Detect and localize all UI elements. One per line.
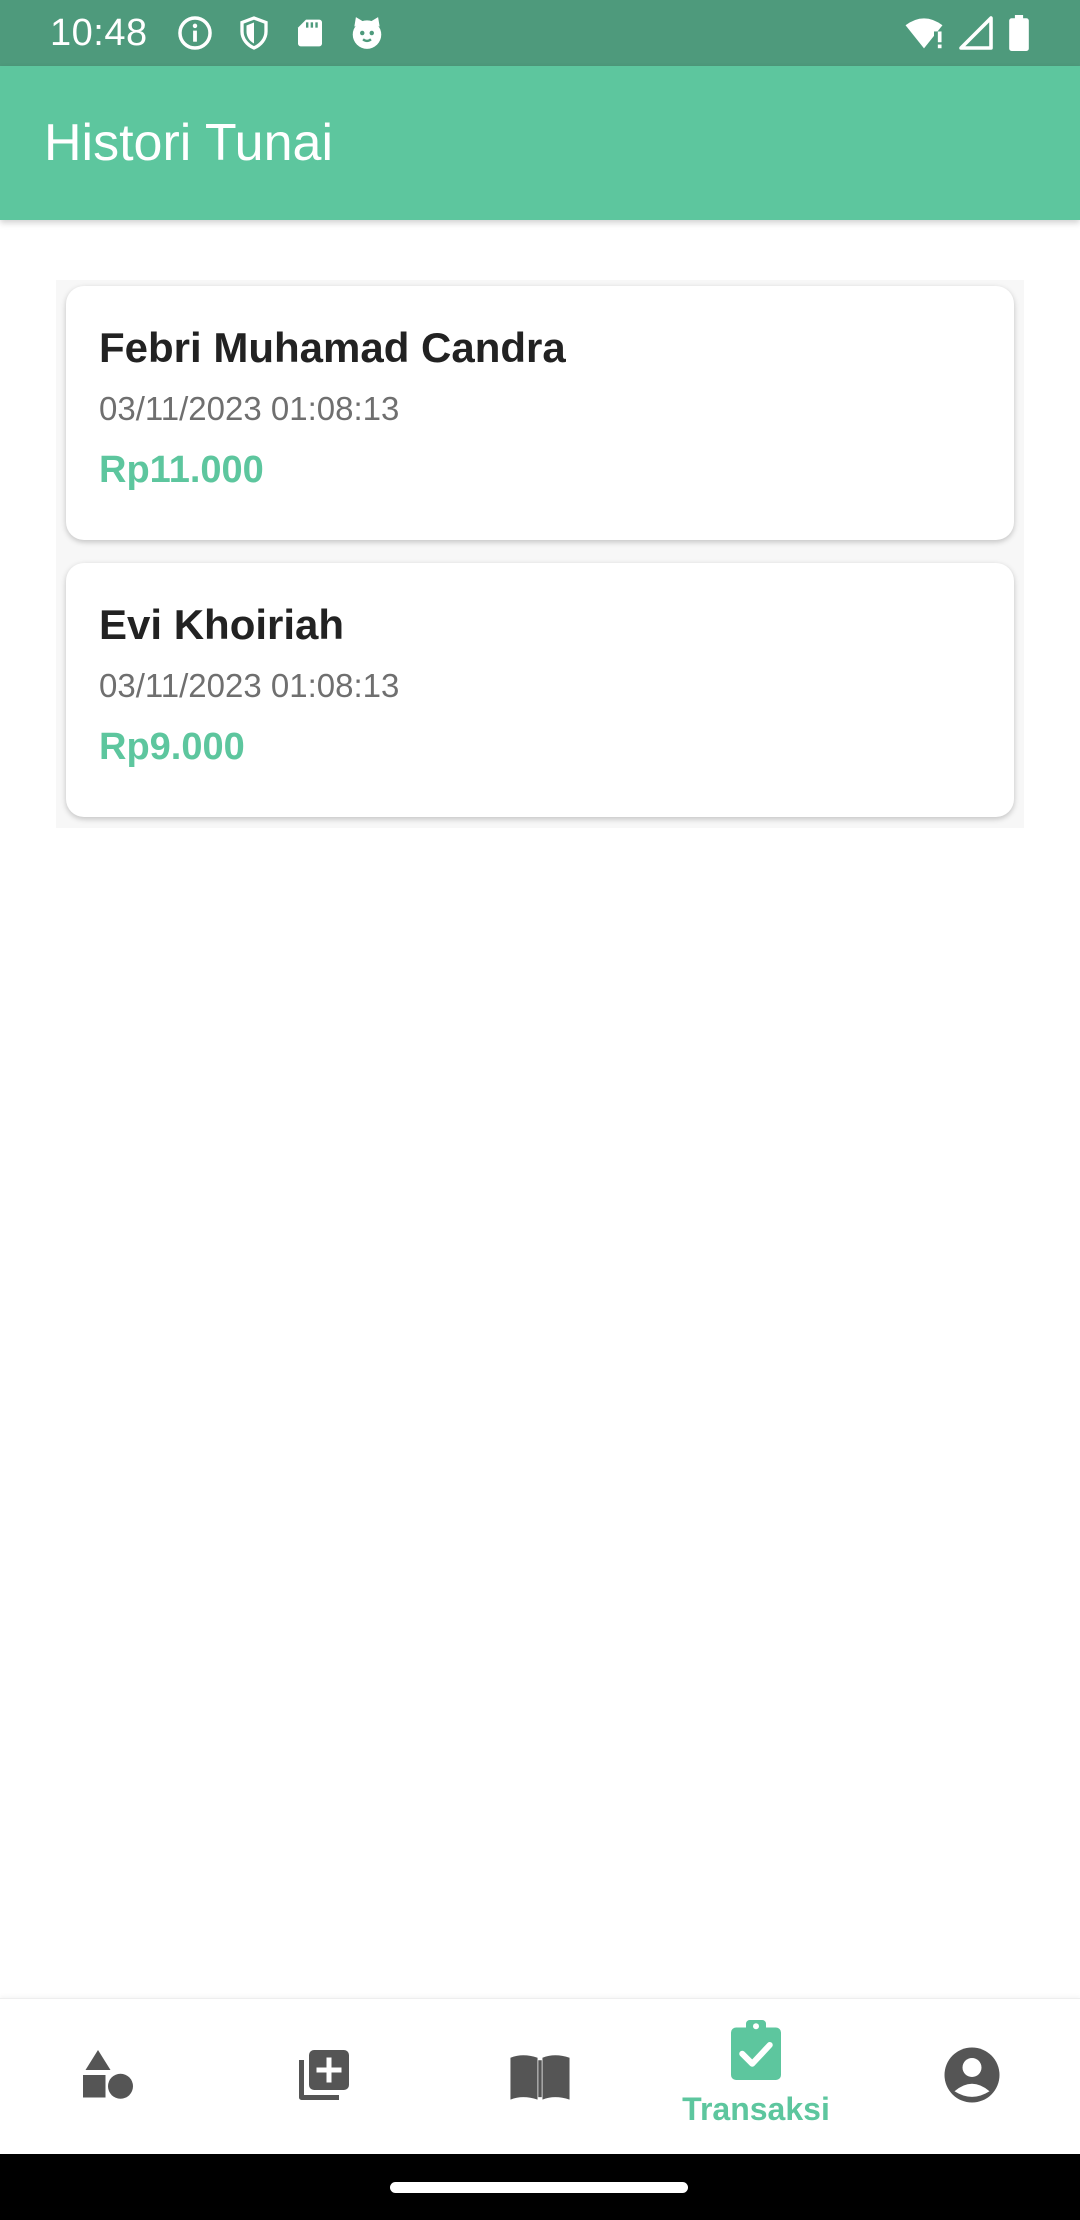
wifi-alert-icon [904, 15, 944, 51]
shapes-icon [78, 2045, 138, 2110]
transaction-card[interactable]: Evi Khoiriah 03/11/2023 01:08:13 Rp9.000 [66, 563, 1014, 817]
nav-label-transactions: Transaksi [682, 2091, 830, 2127]
customer-name: Febri Muhamad Candra [99, 324, 566, 371]
status-icons-right [904, 15, 1030, 51]
nav-item-catalog[interactable] [432, 1999, 648, 2155]
nav-item-profile[interactable] [864, 1999, 1080, 2155]
sd-card-icon [294, 14, 326, 52]
battery-icon [1008, 15, 1030, 51]
page-title: Histori Tunai [44, 114, 333, 172]
clipboard-check-icon [728, 2020, 784, 2085]
transaction-amount: Rp9.000 [99, 726, 245, 768]
nav-item-add[interactable] [216, 1999, 432, 2155]
book-open-icon [508, 2045, 572, 2110]
signal-icon [958, 15, 994, 51]
status-time: 10:48 [50, 11, 148, 54]
nav-item-transactions[interactable]: Transaksi [648, 1999, 864, 2155]
bottom-navigation: Transaksi [0, 1998, 1080, 2154]
transaction-datetime: 03/11/2023 01:08:13 [99, 667, 400, 704]
transaction-card[interactable]: Febri Muhamad Candra 03/11/2023 01:08:13… [66, 286, 1014, 540]
transaction-amount: Rp11.000 [99, 449, 264, 491]
customer-name: Evi Khoiriah [99, 601, 345, 648]
cat-face-icon [348, 14, 386, 52]
home-gesture-handle[interactable] [390, 2182, 688, 2193]
system-navigation-bar [0, 2154, 1080, 2220]
info-icon [176, 14, 214, 52]
status-icons-left [176, 14, 386, 52]
account-circle-icon [942, 2045, 1002, 2110]
add-box-icon [294, 2045, 354, 2110]
status-bar: 10:48 [0, 0, 1080, 66]
nav-item-categories[interactable] [0, 1999, 216, 2155]
transaction-datetime: 03/11/2023 01:08:13 [99, 390, 400, 427]
transaction-list: Febri Muhamad Candra 03/11/2023 01:08:13… [56, 280, 1024, 828]
shield-icon [236, 14, 272, 52]
screen: 10:48 Histori Tunai Febri Muhamad Candra… [0, 0, 1080, 2220]
app-bar: Histori Tunai [0, 66, 1080, 220]
